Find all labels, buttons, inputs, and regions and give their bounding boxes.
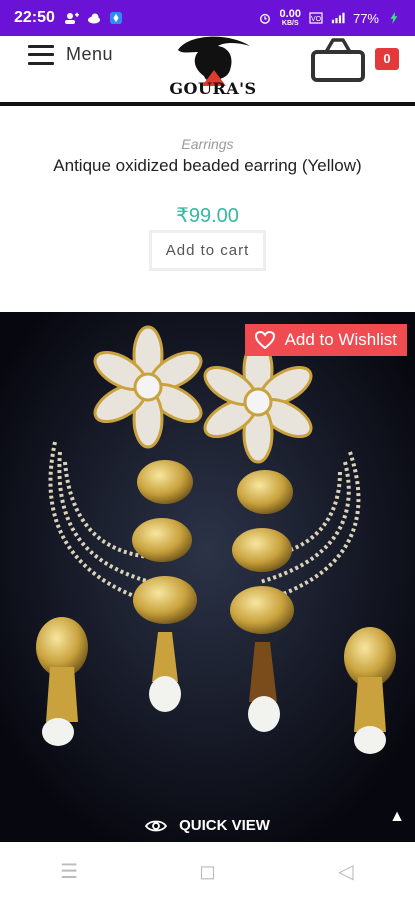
data-speed-value: 0.00 [279,8,301,20]
earrings-illustration [0,312,415,842]
menu-label: Menu [66,44,114,64]
home-square-icon[interactable]: ◻ [192,859,222,884]
data-speed: 0.00 KB/S [279,8,301,28]
charging-icon [390,12,398,24]
scroll-to-top-chevron-icon[interactable]: ▲ [389,808,405,826]
back-triangle-icon[interactable]: ◁ [331,859,361,884]
status-left-icons [64,12,123,24]
alarm-icon [259,13,270,24]
cart-count-badge: 0 [375,48,399,70]
menu-icon[interactable]: ☰ [54,859,84,884]
quick-view-button[interactable]: QUICK VIEW [0,817,415,834]
cloud-icon [87,13,100,24]
site-header: Menu GOURA'S 0 [0,36,415,106]
add-to-wishlist-button[interactable]: Add to Wishlist [244,324,407,356]
add-to-cart-button[interactable]: Add to cart [148,230,267,271]
svg-text:VO: VO [311,16,322,23]
product-info: Earrings Antique oxidized beaded earring… [0,110,415,310]
battery-level: 77% [352,10,379,26]
app-notification-icon [109,12,122,24]
shopping-bag-icon [311,38,365,82]
wishlist-label: Add to Wishlist [284,330,397,349]
user-add-icon [64,12,79,24]
cart-button[interactable]: 0 [309,36,399,100]
eye-icon [145,820,168,831]
menu-button[interactable]: Menu [28,44,113,65]
data-speed-unit: KB/S [281,20,299,27]
heart-icon [254,331,275,349]
system-nav-bar: ☰ ◻ ◁ [0,842,415,900]
status-right-icons: 0.00 KB/S VO 77% [258,9,401,27]
signal-icon [331,12,345,24]
status-bar: 22:50 0.00 KB/S VO 77% [0,0,415,36]
product-category[interactable]: Earrings [0,136,415,152]
product-title[interactable]: Antique oxidized beaded earring (Yellow) [0,156,415,176]
logo-text: GOURA'S [169,79,257,98]
product-price: ₹99.00 [176,205,239,227]
volte-icon: VO [309,12,323,24]
hamburger-icon [28,44,54,65]
quick-view-label: QUICK VIEW [179,817,270,834]
status-time: 22:50 [14,9,55,26]
brand-logo[interactable]: GOURA'S [168,36,258,100]
product-image[interactable]: Add to Wishlist QUICK VIEW ▲ [0,312,415,842]
